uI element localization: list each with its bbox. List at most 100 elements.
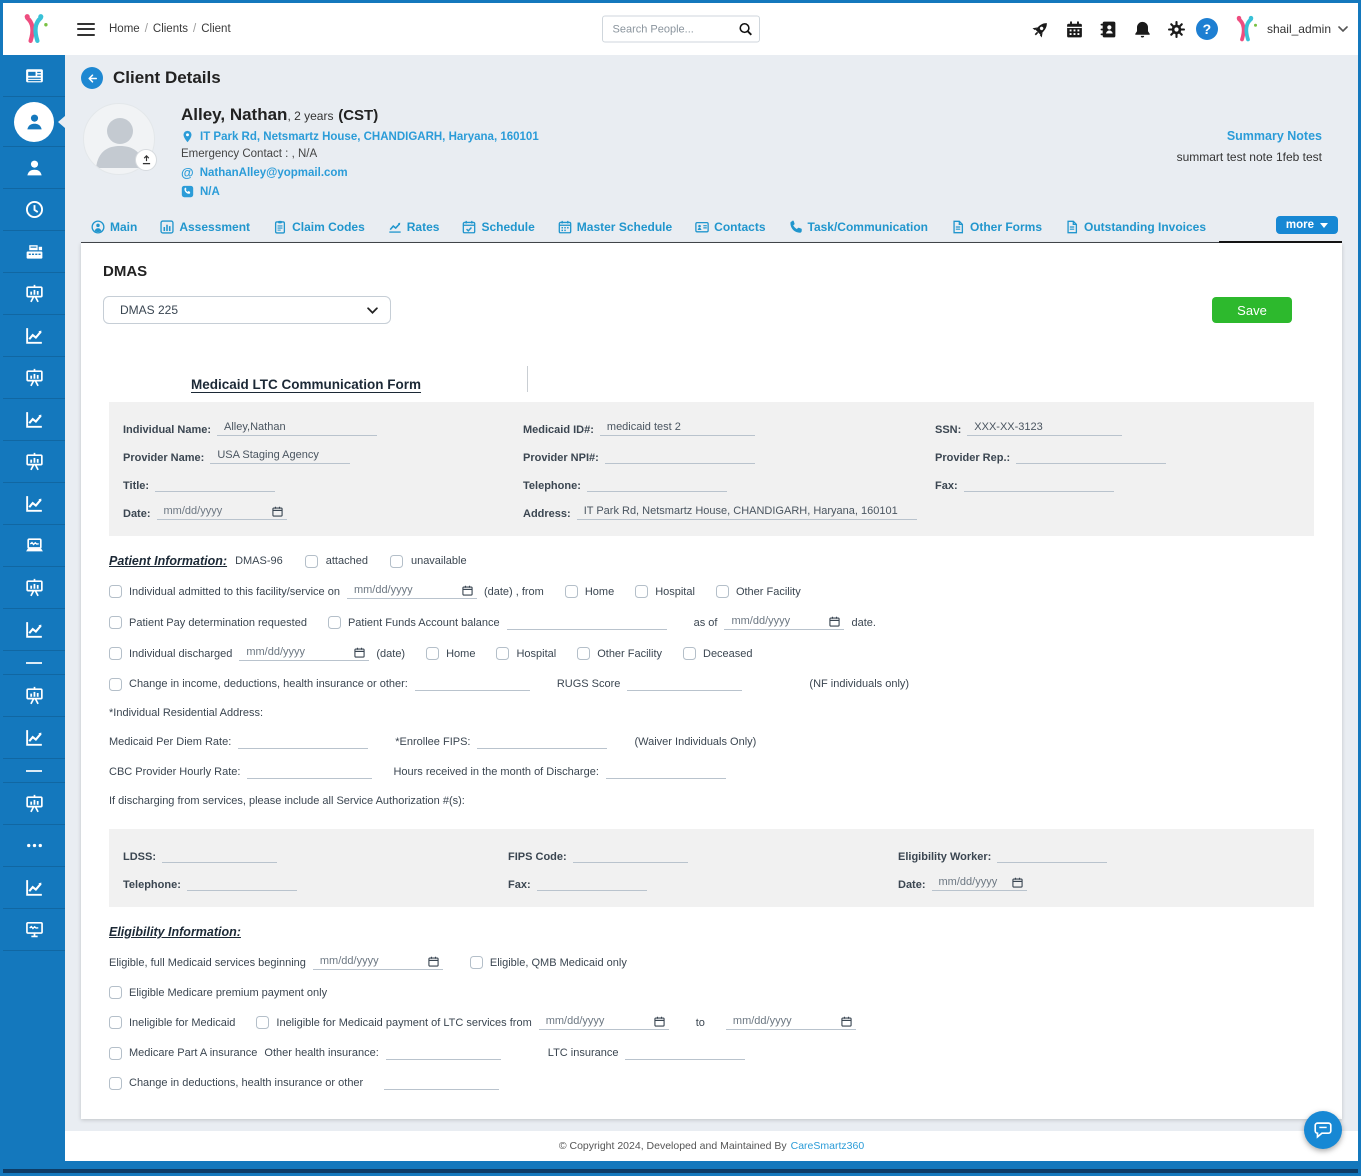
sidebar-item-charts-6[interactable] [3, 867, 65, 909]
sidebar-item-clients-active[interactable] [3, 97, 65, 147]
sidebar-item-reports-6[interactable] [3, 783, 65, 825]
dmas-form-select[interactable]: DMAS 225 [103, 296, 391, 324]
ssn-input[interactable]: XXX-XX-3123 [967, 421, 1122, 436]
patient-funds-checkbox[interactable] [328, 616, 341, 629]
date-input[interactable]: mm/dd/yyyy [157, 505, 287, 520]
provider-npi-input[interactable] [605, 450, 755, 464]
ineligible-ltc-checkbox[interactable] [256, 1016, 269, 1029]
breadcrumb-clients[interactable]: Clients [153, 23, 188, 35]
sidebar-item-more-dots[interactable] [3, 825, 65, 867]
as-of-date-input[interactable]: mm/dd/yyyy [724, 615, 844, 630]
tab-master-schedule[interactable]: Master Schedule [548, 214, 685, 243]
tab-outstanding-invoices[interactable]: Outstanding Invoices [1055, 214, 1219, 243]
calendar-icon[interactable] [462, 585, 473, 596]
discharged-hospital-checkbox[interactable] [496, 647, 509, 660]
sidebar-item-caregivers[interactable] [3, 147, 65, 189]
patient-pay-checkbox[interactable] [109, 616, 122, 629]
back-button[interactable] [81, 67, 103, 89]
calendar-icon[interactable] [1012, 877, 1023, 888]
save-button[interactable]: Save [1212, 297, 1292, 323]
rugs-score-input[interactable] [627, 677, 742, 691]
calendar-icon[interactable] [354, 647, 365, 658]
ineligible-to-date-input[interactable]: mm/dd/yyyy [726, 1015, 856, 1030]
provider-name-input[interactable]: USA Staging Agency [210, 449, 350, 464]
tab-main[interactable]: Main [81, 214, 150, 243]
quick-launch-rocket-icon[interactable] [1026, 12, 1056, 46]
full-medicaid-date-input[interactable]: mm/dd/yyyy [313, 955, 443, 970]
change-income-checkbox[interactable] [109, 678, 122, 691]
cbc-hourly-rate-input[interactable] [247, 765, 372, 779]
ldss-date-input[interactable]: mm/dd/yyyy [932, 876, 1027, 891]
help-icon[interactable]: ? [1196, 18, 1218, 40]
ltc-insurance-input[interactable] [625, 1046, 745, 1060]
change-deductions-checkbox[interactable] [109, 1077, 122, 1090]
per-diem-rate-input[interactable] [238, 735, 368, 749]
admitted-checkbox[interactable] [109, 585, 122, 598]
qmb-checkbox[interactable] [470, 956, 483, 969]
summary-notes-link[interactable]: Summary Notes [1177, 129, 1322, 143]
tab-schedule[interactable]: Schedule [452, 214, 547, 243]
ldss-telephone-input[interactable] [187, 877, 297, 891]
medicare-premium-checkbox[interactable] [109, 986, 122, 999]
change-deductions-input[interactable] [384, 1076, 499, 1090]
discharged-home-checkbox[interactable] [426, 647, 439, 660]
enrollee-fips-input[interactable] [477, 735, 607, 749]
eligibility-worker-input[interactable] [997, 849, 1107, 863]
medicare-part-a-checkbox[interactable] [109, 1047, 122, 1060]
address-book-icon[interactable] [1094, 12, 1124, 46]
telephone-input[interactable] [587, 478, 727, 492]
sidebar-item-reports-2[interactable] [3, 357, 65, 399]
calendar-icon[interactable] [654, 1016, 665, 1027]
admitted-from-hospital-checkbox[interactable] [635, 585, 648, 598]
sidebar-item-charts-5[interactable] [3, 717, 65, 759]
sidebar-item-reports-1[interactable] [3, 273, 65, 315]
tab-task-communication[interactable]: Task/Communication [779, 214, 941, 243]
other-health-insurance-input[interactable] [386, 1046, 501, 1060]
brand-link[interactable]: CareSmartz360 [791, 1140, 865, 1152]
sidebar-item-reports-5[interactable] [3, 675, 65, 717]
ldss-input[interactable] [162, 849, 277, 863]
notifications-bell-icon[interactable] [1128, 12, 1158, 46]
unavailable-checkbox[interactable] [390, 555, 403, 568]
tab-other-forms[interactable]: Other Forms [941, 214, 1055, 243]
discharged-checkbox[interactable] [109, 647, 122, 660]
chat-button[interactable] [1304, 1111, 1342, 1149]
discharged-date-input[interactable]: mm/dd/yyyy [239, 646, 369, 661]
search-input[interactable] [613, 23, 738, 35]
sidebar-item-billing[interactable] [3, 231, 65, 273]
avatar-upload-button[interactable] [135, 149, 157, 171]
sidebar-item-reports-4[interactable] [3, 567, 65, 609]
ineligible-from-date-input[interactable]: mm/dd/yyyy [539, 1015, 669, 1030]
brand-logo[interactable] [3, 3, 65, 55]
breadcrumb-home[interactable]: Home [109, 23, 140, 35]
change-income-input[interactable] [415, 677, 530, 691]
client-address-line[interactable]: IT Park Rd, Netsmartz House, CHANDIGARH,… [181, 130, 539, 143]
ldss-fax-input[interactable] [537, 877, 647, 891]
sidebar-item-charts-4[interactable] [3, 609, 65, 651]
discharged-other-facility-checkbox[interactable] [577, 647, 590, 660]
provider-rep-input[interactable] [1016, 450, 1166, 464]
fax-input[interactable] [964, 478, 1114, 492]
calendar-icon[interactable] [272, 506, 283, 517]
admitted-from-other-facility-checkbox[interactable] [716, 585, 729, 598]
sidebar-item-newspaper[interactable] [3, 55, 65, 97]
settings-gear-icon[interactable] [1162, 12, 1192, 46]
more-tabs-button[interactable]: more [1276, 216, 1338, 234]
individual-name-input[interactable]: Alley,Nathan [217, 421, 377, 436]
medicaid-id-input[interactable]: medicaid test 2 [600, 421, 755, 436]
calendar-icon[interactable] [829, 616, 840, 627]
title-input[interactable] [155, 478, 275, 492]
sidebar-item-clock[interactable] [3, 189, 65, 231]
tab-rates[interactable]: Rates [378, 214, 453, 243]
search-icon[interactable] [738, 22, 753, 37]
hamburger-menu-icon[interactable] [77, 19, 95, 39]
attached-checkbox[interactable] [305, 555, 318, 568]
admitted-date-input[interactable]: mm/dd/yyyy [347, 584, 477, 599]
breadcrumb-client[interactable]: Client [201, 23, 230, 35]
address-input[interactable]: IT Park Rd, Netsmartz House, CHANDIGARH,… [577, 505, 917, 520]
tab-assessment[interactable]: Assessment [150, 214, 263, 243]
sidebar-item-reports-3[interactable] [3, 441, 65, 483]
sidebar-item-monitor[interactable] [3, 909, 65, 951]
calendar-icon[interactable] [428, 956, 439, 967]
sidebar-item-charts-3[interactable] [3, 483, 65, 525]
